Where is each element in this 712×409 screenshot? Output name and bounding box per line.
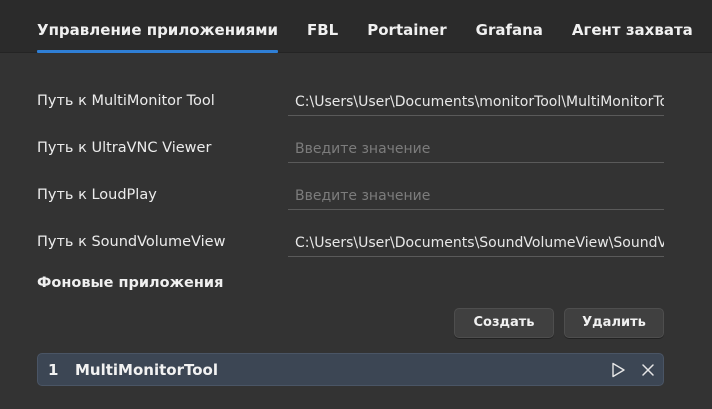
field-label: Путь к LoudPlay (37, 187, 157, 203)
background-apps-title: Фоновые приложения (37, 275, 224, 291)
multimonitor-path-input[interactable] (288, 89, 664, 115)
list-item-name: MultiMonitorTool (75, 361, 218, 379)
field-label: Путь к SoundVolumeView (37, 234, 226, 250)
tab-capture-agent[interactable]: Агент захвата (572, 0, 693, 53)
field-label: Путь к MultiMonitor Tool (37, 93, 215, 109)
field-row-soundvolumeview: Путь к SoundVolumeView (37, 230, 664, 260)
field-container (288, 136, 664, 163)
delete-button[interactable]: Удалить (564, 308, 664, 338)
field-container (288, 183, 664, 210)
tab-portainer[interactable]: Portainer (367, 0, 446, 53)
create-button[interactable]: Создать (454, 308, 554, 338)
field-row-ultravnc: Путь к UltraVNC Viewer (37, 136, 664, 166)
field-row-loudplay: Путь к LoudPlay (37, 183, 664, 213)
list-item-index: 1 (48, 361, 59, 379)
field-label: Путь к UltraVNC Viewer (37, 140, 212, 156)
field-row-multimonitor: Путь к MultiMonitor Tool (37, 89, 664, 119)
tab-app-management[interactable]: Управление приложениями (37, 0, 278, 53)
ultravnc-path-input[interactable] (288, 136, 664, 162)
app-window: Управление приложениями FBL Portainer Gr… (0, 0, 712, 409)
tab-grafana[interactable]: Grafana (476, 0, 543, 53)
field-container (288, 89, 664, 116)
play-icon[interactable] (609, 361, 627, 379)
tab-bar: Управление приложениями FBL Portainer Gr… (0, 0, 712, 53)
tab-fbl[interactable]: FBL (307, 0, 338, 53)
close-icon[interactable] (639, 361, 657, 379)
list-item[interactable]: 1 MultiMonitorTool (37, 353, 664, 386)
soundvolumeview-path-input[interactable] (288, 230, 664, 256)
field-container (288, 230, 664, 257)
loudplay-path-input[interactable] (288, 183, 664, 209)
